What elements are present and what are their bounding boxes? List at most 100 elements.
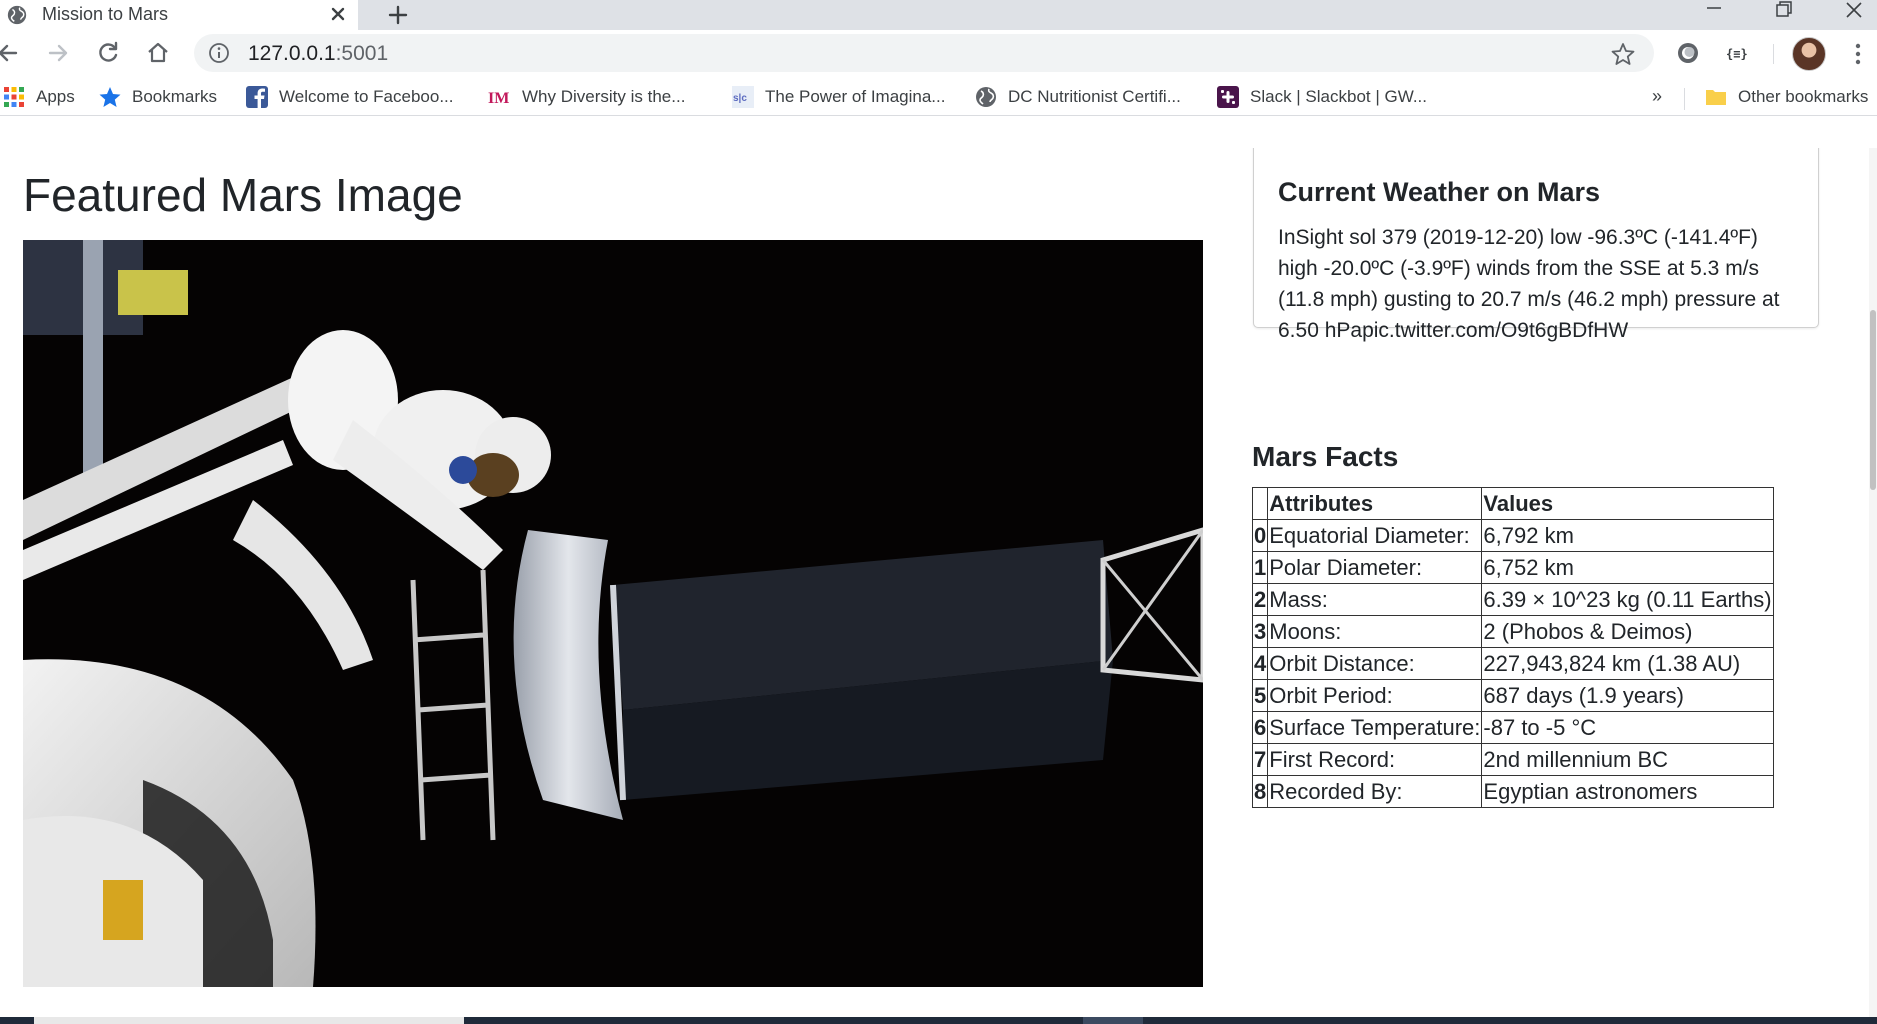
bookmark-imagination[interactable]: s|c The Power of Imagina... <box>731 85 945 109</box>
row-value: Egyptian astronomers <box>1481 775 1774 808</box>
bookmark-label: Welcome to Faceboo... <box>279 87 454 106</box>
restore-icon[interactable] <box>1758 0 1810 24</box>
address-bar[interactable]: 127.0.0.1:5001 <box>194 34 1654 72</box>
row-value: 6.39 × 10^23 kg (0.11 Earths) <box>1481 583 1774 616</box>
bookmark-star-icon[interactable] <box>1610 41 1636 67</box>
bookmark-label: Bookmarks <box>132 87 218 106</box>
mars-facts-title: Mars Facts <box>1252 441 1399 472</box>
url-text[interactable]: 127.0.0.1:5001 <box>248 42 388 66</box>
table-row: 1 Polar Diameter: 6,752 km <box>1251 551 1774 584</box>
table-row: 4 Orbit Distance: 227,943,824 km (1.38 A… <box>1251 647 1774 680</box>
row-value: 6,792 km <box>1481 519 1774 552</box>
other-bookmarks-label: Other bookmarks <box>1738 87 1869 106</box>
table-row: 5 Orbit Period: 687 days (1.9 years) <box>1251 679 1774 712</box>
index-header <box>1251 487 1269 520</box>
back-arrow-icon[interactable] <box>0 39 22 67</box>
attributes-header: Attributes <box>1267 487 1483 520</box>
bookmark-apps[interactable]: Apps <box>2 85 75 109</box>
bookmark-label: DC Nutritionist Certifi... <box>1008 87 1181 106</box>
row-value: 2nd millennium BC <box>1481 743 1774 776</box>
site-info-icon[interactable] <box>208 42 230 64</box>
im-icon: IM <box>488 90 509 107</box>
table-header-row: Attributes Values <box>1251 487 1774 520</box>
tab-strip: Mission to Mars <box>0 0 1877 30</box>
site-icon: s|c <box>732 86 754 108</box>
forward-arrow-icon[interactable] <box>44 39 72 67</box>
browser-toolbar: 127.0.0.1:5001 {≡} <box>0 30 1877 76</box>
row-index: 2 <box>1251 583 1269 616</box>
row-attribute: Polar Diameter: <box>1267 551 1483 584</box>
row-attribute: Surface Temperature: <box>1267 711 1483 744</box>
row-attribute: Orbit Distance: <box>1267 647 1483 680</box>
page-scrollbar-track[interactable] <box>1869 148 1877 1018</box>
page-scrollbar-thumb[interactable] <box>1870 310 1876 490</box>
row-attribute: First Record: <box>1267 743 1483 776</box>
table-row: 8 Recorded By: Egyptian astronomers <box>1251 775 1774 808</box>
bookmark-label: Apps <box>36 87 75 106</box>
page-content: Featured Mars Image Current Weather on M… <box>0 148 1877 1024</box>
row-index: 1 <box>1251 551 1269 584</box>
row-attribute: Moons: <box>1267 615 1483 648</box>
new-tab-icon[interactable] <box>384 1 412 29</box>
weather-report: InSight sol 379 (2019-12-20) low -96.3ºC… <box>1278 226 1780 342</box>
row-index: 6 <box>1251 711 1269 744</box>
minimize-icon[interactable] <box>1688 0 1740 24</box>
svg-text:s|c: s|c <box>733 93 747 104</box>
reload-icon[interactable] <box>94 39 122 67</box>
taskbar-segment <box>34 1017 464 1024</box>
bookmarks-bar: Apps Bookmarks Welcome to Faceboo... IM … <box>0 76 1877 116</box>
close-tab-icon[interactable] <box>326 2 350 26</box>
toolbar-divider <box>1773 44 1774 64</box>
row-attribute: Mass: <box>1267 583 1483 616</box>
astronaut-photo <box>23 240 1203 987</box>
row-attribute: Recorded By: <box>1267 775 1483 808</box>
facebook-icon <box>246 86 268 108</box>
folder-icon <box>1706 90 1726 105</box>
bookmark-bookmarks[interactable]: Bookmarks <box>98 85 217 109</box>
table-row: 3 Moons: 2 (Phobos & Deimos) <box>1251 615 1774 648</box>
home-icon[interactable] <box>144 39 172 67</box>
row-value: 6,752 km <box>1481 551 1774 584</box>
row-index: 8 <box>1251 775 1269 808</box>
row-index: 3 <box>1251 615 1269 648</box>
row-attribute: Orbit Period: <box>1267 679 1483 712</box>
bookmark-label: Slack | Slackbot | GW... <box>1250 87 1427 106</box>
row-attribute: Equatorial Diameter: <box>1267 519 1483 552</box>
more-menu-icon[interactable] <box>1848 40 1868 68</box>
apps-grid-icon <box>4 87 24 107</box>
bookmark-label: Why Diversity is the... <box>522 87 686 106</box>
bookmark-facebook[interactable]: Welcome to Faceboo... <box>245 85 454 109</box>
table-row: 6 Surface Temperature: -87 to -5 °C <box>1251 711 1774 744</box>
bookmark-other[interactable]: Other bookmarks <box>1704 85 1868 109</box>
globe-icon <box>976 87 996 107</box>
featured-mars-image[interactable] <box>23 240 1203 987</box>
extension-circle-icon[interactable] <box>1675 40 1701 66</box>
browser-tab[interactable]: Mission to Mars <box>0 0 358 30</box>
tab-title: Mission to Mars <box>42 4 169 24</box>
profile-avatar[interactable] <box>1792 37 1826 71</box>
svg-text:IM: IM <box>488 90 509 107</box>
star-icon <box>99 87 121 107</box>
url-port: :5001 <box>335 42 389 65</box>
featured-image-title: Featured Mars Image <box>23 169 463 221</box>
row-index: 5 <box>1251 679 1269 712</box>
window-close-icon[interactable] <box>1828 0 1877 24</box>
table-row: 0 Equatorial Diameter: 6,792 km <box>1251 519 1774 552</box>
slack-icon <box>1217 86 1239 108</box>
svg-text:{≡}: {≡} <box>1726 47 1748 61</box>
table-row: 7 First Record: 2nd millennium BC <box>1251 743 1774 776</box>
row-value: 2 (Phobos & Deimos) <box>1481 615 1774 648</box>
json-viewer-icon[interactable]: {≡} <box>1725 40 1751 66</box>
bookmark-slack[interactable]: Slack | Slackbot | GW... <box>1216 85 1427 109</box>
bookmark-nutritionist[interactable]: DC Nutritionist Certifi... <box>974 85 1181 109</box>
bookmarks-divider <box>1684 88 1685 110</box>
url-host: 127.0.0.1 <box>248 42 336 65</box>
bookmarks-overflow-chevron[interactable]: » <box>1652 86 1662 107</box>
row-value: 227,943,824 km (1.38 AU) <box>1481 647 1774 680</box>
row-index: 0 <box>1251 519 1269 552</box>
row-value: 687 days (1.9 years) <box>1481 679 1774 712</box>
weather-card: Current Weather on Mars InSight sol 379 … <box>1253 148 1819 342</box>
row-value: -87 to -5 °C <box>1481 711 1774 744</box>
bookmark-diversity[interactable]: IM Why Diversity is the... <box>488 85 685 109</box>
values-header: Values <box>1481 487 1774 520</box>
